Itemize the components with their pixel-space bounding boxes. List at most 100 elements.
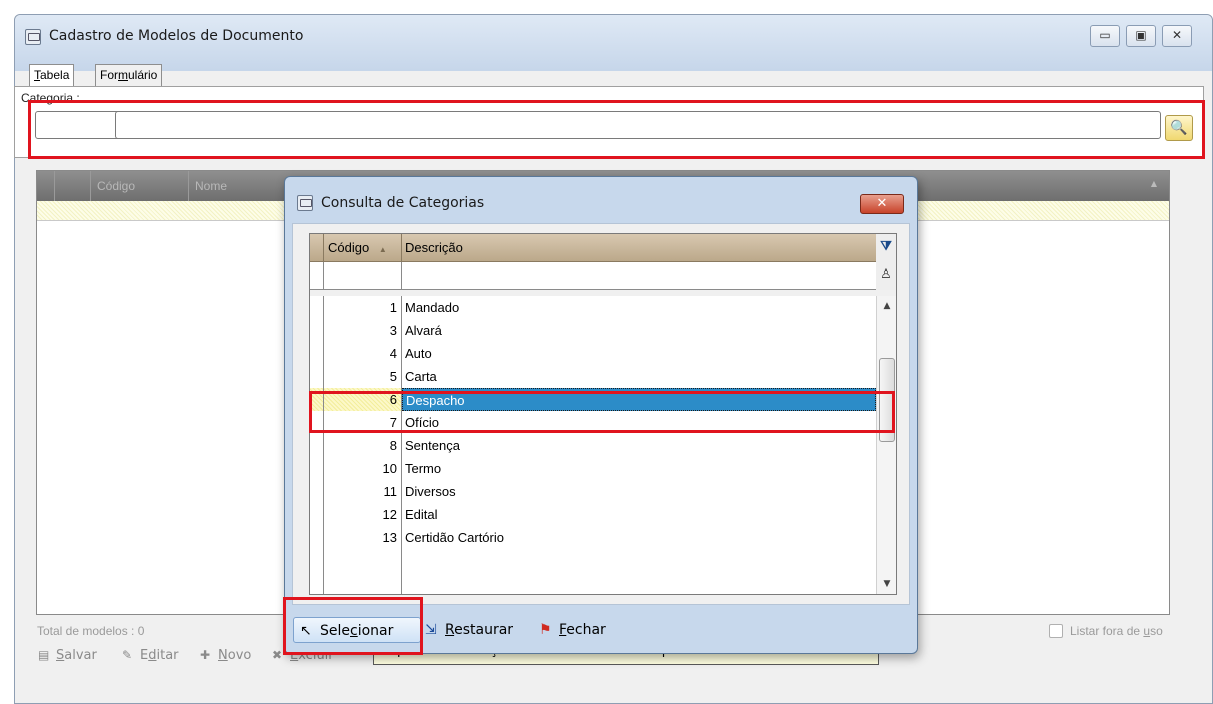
- table-row[interactable]: 3 Alvará: [310, 319, 876, 342]
- filter-icon[interactable]: ⧩: [876, 234, 896, 262]
- row-indicator: [310, 365, 324, 388]
- row-codigo: 3: [324, 319, 402, 342]
- scroll-thumb[interactable]: [879, 358, 895, 442]
- pointer-icon: ↖: [300, 623, 312, 639]
- dialog-app-icon: [297, 195, 313, 211]
- close-flag-icon: ⚑: [539, 622, 552, 638]
- selecionar-button[interactable]: ↖ Selecionar: [293, 617, 421, 643]
- grid-header-codigo[interactable]: Código: [91, 171, 189, 201]
- grid-header-nome[interactable]: Nome: [189, 171, 285, 201]
- table-row[interactable]: 5 Carta: [310, 365, 876, 388]
- tab-formulario-label: Formulário: [100, 68, 158, 82]
- row-codigo: 7: [324, 411, 402, 434]
- row-descricao: Edital: [405, 507, 438, 522]
- fechar-button[interactable]: ⚑ Fechar: [539, 617, 606, 643]
- row-descricao: Alvará: [405, 323, 442, 338]
- edit-icon: ✎: [122, 648, 133, 662]
- scroll-up-icon[interactable]: ▲: [877, 296, 897, 316]
- categoria-code-input[interactable]: [35, 111, 127, 139]
- window-app-icon: [25, 29, 41, 45]
- window-title: Cadastro de Modelos de Documento: [49, 28, 304, 44]
- filter-codigo-input[interactable]: [324, 262, 402, 289]
- sort-arrow-icon: ▲: [378, 245, 387, 254]
- row-descricao: Termo: [405, 461, 442, 476]
- restore-icon: ⇲: [425, 622, 437, 638]
- novo-button[interactable]: ✚ Novo: [200, 644, 251, 666]
- editar-button[interactable]: ✎ Editar: [122, 644, 179, 666]
- dialog-title: Consulta de Categorias: [321, 195, 485, 211]
- listar-fora-de-uso-checkbox[interactable]: [1049, 624, 1063, 638]
- table-row[interactable]: 7 Ofício: [310, 411, 876, 434]
- row-indicator-fill: [310, 549, 324, 594]
- table-row[interactable]: 4 Auto: [310, 342, 876, 365]
- row-indicator: [310, 503, 324, 526]
- table-row[interactable]: 8 Sentença: [310, 434, 876, 457]
- vertical-scrollbar[interactable]: ▲ ▼: [876, 296, 896, 594]
- row-indicator: [310, 319, 324, 342]
- row-indicator: [310, 296, 324, 319]
- table-row[interactable]: 1 Mandado: [310, 296, 876, 319]
- tab-formulario[interactable]: Formulário: [95, 64, 163, 86]
- row-descricao: Diversos: [405, 484, 456, 499]
- row-indicator: [310, 434, 324, 457]
- categories-rows: 1 Mandado 3 Alvará 4 Auto 5 Carta 6 Desp…: [310, 296, 876, 594]
- row-codigo: 4: [324, 342, 402, 365]
- header-codigo[interactable]: Código ▲: [324, 234, 402, 262]
- salvar-button[interactable]: ▤ Salvar: [38, 644, 97, 666]
- row-codigo: 11: [324, 480, 402, 503]
- tab-tabela[interactable]: Tabela: [29, 64, 75, 86]
- row-codigo: 8: [324, 434, 402, 457]
- new-icon: ✚: [200, 648, 211, 662]
- row-descricao: Despacho: [402, 388, 876, 411]
- row-indicator: [310, 480, 324, 503]
- table-row[interactable]: 11 Diversos: [310, 480, 876, 503]
- row-indicator: [310, 388, 324, 411]
- minimize-button[interactable]: ▭: [1090, 25, 1120, 47]
- table-row[interactable]: 12 Edital: [310, 503, 876, 526]
- codigo-column-fill: [324, 549, 402, 594]
- row-codigo: 13: [324, 526, 402, 549]
- save-icon: ▤: [38, 648, 50, 662]
- consulta-categorias-dialog: Consulta de Categorias ✕ Código ▲ Descri…: [283, 176, 918, 655]
- row-descricao: Carta: [405, 369, 437, 384]
- row-descricao: Mandado: [405, 300, 460, 315]
- tab-tabela-label: Tabela: [34, 68, 70, 82]
- clear-filter-icon[interactable]: ♙: [876, 262, 896, 290]
- search-icon: 🔍: [1170, 120, 1188, 136]
- main-titlebar: Cadastro de Modelos de Documento ▭ ▣ ✕: [15, 15, 1212, 71]
- row-descricao: Sentença: [405, 438, 460, 453]
- header-descricao[interactable]: Descrição: [402, 234, 876, 262]
- table-row-selected[interactable]: 6 Despacho: [310, 388, 876, 411]
- row-codigo: 5: [324, 365, 402, 388]
- row-descricao: Auto: [405, 346, 432, 361]
- row-codigo: 6: [324, 388, 402, 411]
- table-row[interactable]: 13 Certidão Cartório: [310, 526, 876, 549]
- row-codigo: 12: [324, 503, 402, 526]
- scroll-down-icon[interactable]: ▼: [877, 574, 897, 594]
- categoria-search-button[interactable]: 🔍: [1165, 115, 1193, 141]
- grid-blank-header: [55, 171, 91, 201]
- row-indicator: [310, 526, 324, 549]
- maximize-button[interactable]: ▣: [1126, 25, 1156, 47]
- categories-grid[interactable]: Código ▲ Descrição ⧩ ♙ 1 Mandado 3 Alvar…: [309, 233, 897, 595]
- filter-indicator-cell: [310, 262, 324, 289]
- categoria-panel: Categoria : 🔍: [14, 86, 1204, 158]
- row-codigo: 1: [324, 296, 402, 319]
- restaurar-button[interactable]: ⇲ Restaurar: [425, 617, 513, 643]
- row-descricao: Ofício: [405, 415, 439, 430]
- filter-descricao-input[interactable]: [402, 262, 876, 289]
- dialog-close-button[interactable]: ✕: [860, 194, 904, 214]
- categoria-label: Categoria :: [21, 91, 80, 105]
- row-indicator: [310, 411, 324, 434]
- close-button[interactable]: ✕: [1162, 25, 1192, 47]
- row-indicator: [310, 342, 324, 365]
- categoria-name-input[interactable]: [115, 111, 1161, 139]
- listar-fora-de-uso-label: Listar fora de uso: [1070, 624, 1163, 638]
- categories-filter-row: [310, 262, 876, 290]
- table-row[interactable]: 10 Termo: [310, 457, 876, 480]
- grid-indicator-header: [310, 234, 324, 262]
- row-indicator: [310, 457, 324, 480]
- row-descricao: Certidão Cartório: [405, 530, 504, 545]
- grid-indicator-header: [37, 171, 55, 201]
- row-codigo: 10: [324, 457, 402, 480]
